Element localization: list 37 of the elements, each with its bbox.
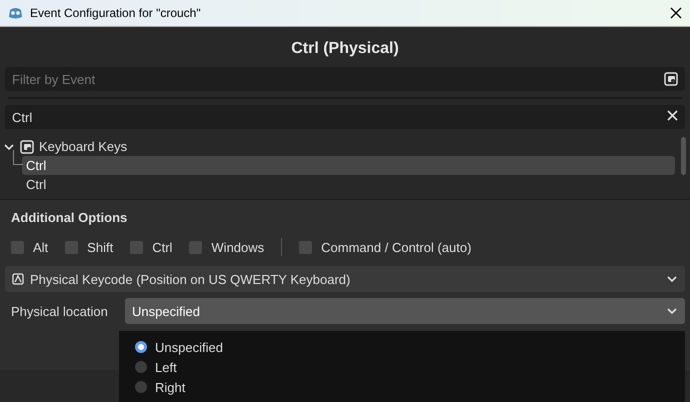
checkbox[interactable] xyxy=(65,240,78,254)
scrollbar[interactable] xyxy=(681,137,686,175)
location-dropdown[interactable]: Unspecified xyxy=(125,298,685,324)
checkbox[interactable] xyxy=(130,240,144,254)
radio-button[interactable] xyxy=(135,381,147,393)
checkbox-label: Command / Control (auto) xyxy=(321,240,472,254)
checkbox-label: Ctrl xyxy=(152,240,172,254)
checkbox-label: Alt xyxy=(33,240,48,254)
option-label: Right xyxy=(155,380,186,394)
radio-button[interactable] xyxy=(135,341,147,353)
event-title: Ctrl (Physical) xyxy=(290,39,400,59)
window-title: Event Configuration for "crouch" xyxy=(30,6,202,20)
option-label: Unspecified xyxy=(155,340,223,354)
checkbox[interactable] xyxy=(189,240,202,254)
keycode-dropdown[interactable]: Physical Keycode (Position on US QWERTY Keyboard) xyxy=(5,266,685,292)
clear-icon[interactable] xyxy=(667,110,678,121)
keyboard-icon xyxy=(12,273,24,285)
checkbox-label: Windows xyxy=(211,240,264,254)
checkbox-label: Shift xyxy=(87,240,114,254)
app-icon xyxy=(8,6,23,20)
checkbox[interactable] xyxy=(299,240,312,254)
filter-field[interactable]: Filter by Event xyxy=(5,67,685,91)
search-field[interactable]: Ctrl xyxy=(5,105,685,129)
radio-option[interactable]: Unspecified xyxy=(119,337,685,357)
section-heading: Additional Options xyxy=(10,209,128,227)
option-label: Left xyxy=(155,360,177,374)
radio-option[interactable]: Left xyxy=(119,357,685,377)
checkbox[interactable] xyxy=(11,240,24,254)
radio-button[interactable] xyxy=(135,361,147,373)
tree-item[interactable]: Ctrl xyxy=(22,175,675,194)
keyboard-icon xyxy=(20,140,34,154)
keyboard-icon xyxy=(664,72,678,86)
radio-option[interactable]: Right xyxy=(119,377,685,397)
field-label: Physical location xyxy=(10,304,109,318)
tree-item[interactable]: Ctrl xyxy=(22,156,675,175)
tree-category[interactable]: Keyboard Keys xyxy=(39,139,128,154)
close-icon[interactable] xyxy=(670,7,682,19)
